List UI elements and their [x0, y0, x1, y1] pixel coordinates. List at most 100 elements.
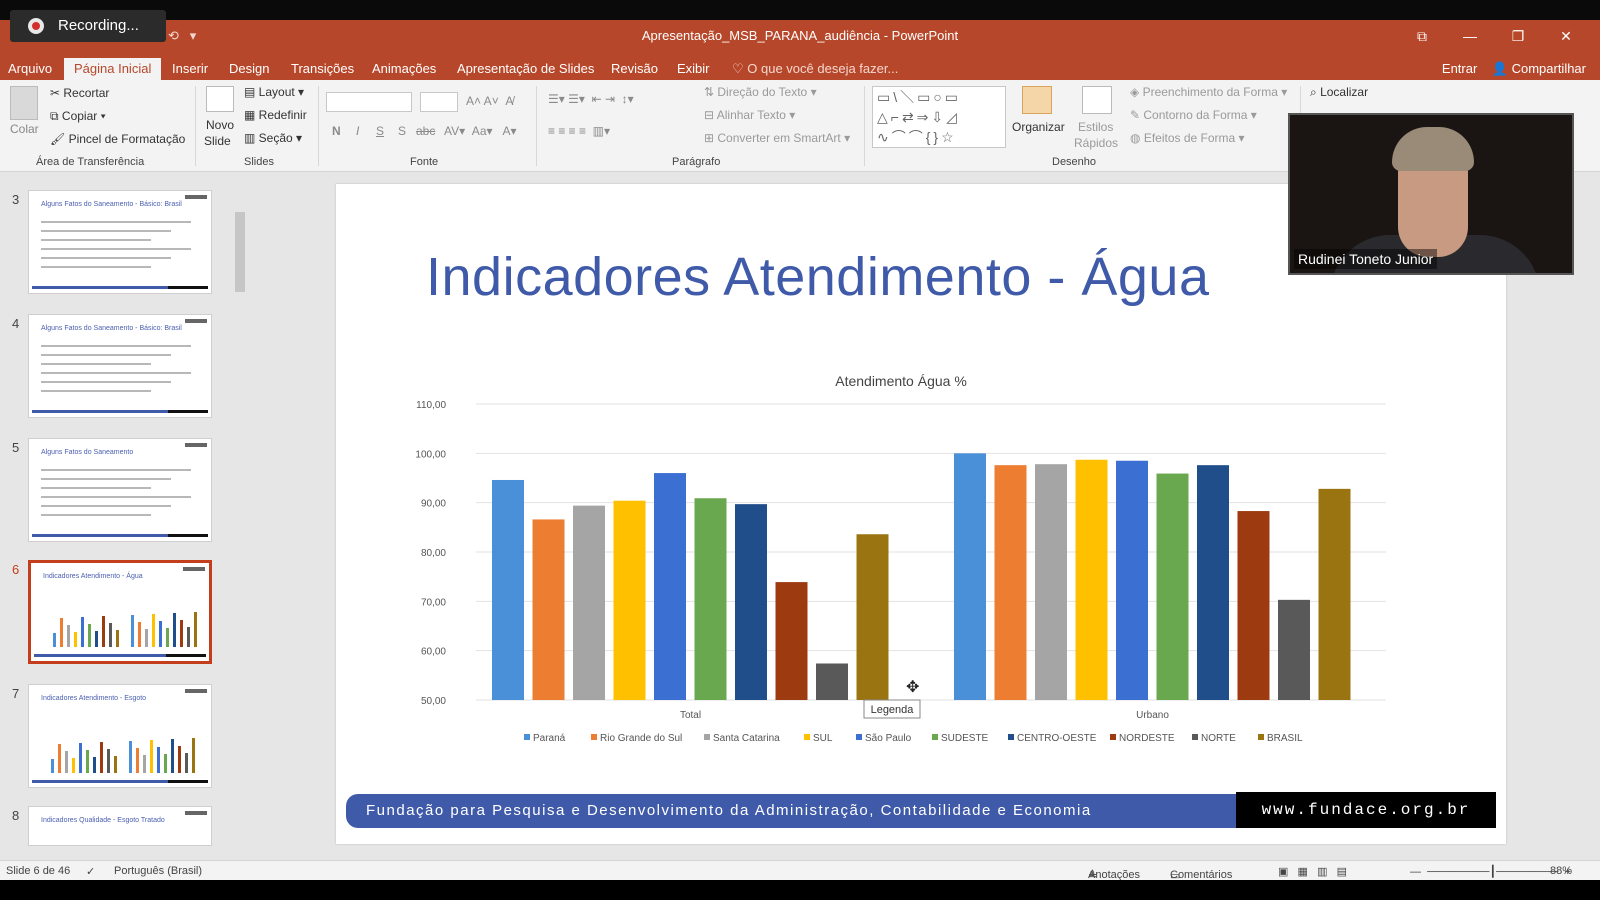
share-button[interactable]: Compartilhar — [1512, 61, 1586, 76]
tell-me-label: O que você deseja fazer... — [747, 61, 899, 76]
slide-scrollbar[interactable] — [1580, 172, 1598, 860]
font-misc-buttons[interactable]: AV▾ Aa▾ A▾ — [444, 124, 517, 138]
webcam-person-hair — [1392, 127, 1474, 171]
move-cursor-icon: ✥ — [906, 679, 919, 696]
slide-canvas[interactable]: Indicadores Atendimento - Água Atendimen… — [336, 184, 1506, 844]
close-icon[interactable]: ✕ — [1542, 24, 1590, 48]
thumbnail-bar — [72, 758, 75, 773]
legend-label: BRASIL — [1267, 733, 1303, 744]
tell-me-search[interactable]: ♡ O que você deseja fazer... — [732, 58, 898, 80]
webcam-overlay[interactable]: Rudinei Toneto Junior — [1288, 113, 1574, 275]
section-button[interactable]: ▥ Seção ▾ — [244, 131, 302, 145]
thumbnail-bar — [102, 616, 105, 647]
slide-title[interactable]: Indicadores Atendimento - Água — [426, 246, 1210, 308]
tab-apresentacao[interactable]: Apresentação de Slides — [457, 58, 594, 80]
thumbnail-text-line — [41, 221, 191, 223]
thumbnail-logo-icon — [185, 195, 207, 199]
smartart-button[interactable]: ⊞ Converter em SmartArt ▾ — [704, 131, 850, 145]
shape-fill-button[interactable]: ◈ Preenchimento da Forma ▾ — [1130, 85, 1287, 99]
cut-button[interactable]: ✂ Recortar — [50, 86, 109, 100]
tab-exibir[interactable]: Exibir — [677, 58, 710, 80]
paste-icon[interactable] — [10, 86, 38, 120]
tab-transicoes[interactable]: Transições — [291, 58, 354, 80]
thumbnail-bar — [86, 750, 89, 773]
new-slide-label-2[interactable]: Slide — [204, 134, 231, 148]
font-name-input[interactable] — [326, 92, 412, 112]
slide-thumbnail[interactable]: Alguns Fatos do Saneamento — [28, 438, 212, 542]
water-service-chart[interactable]: Atendimento Água % 50,00 60,00 70,00 80,00 90… — [336, 364, 1506, 784]
thumbnail-text-line — [41, 469, 191, 471]
new-slide-icon[interactable] — [206, 86, 234, 112]
chart-bar — [994, 465, 1027, 700]
zoom-level[interactable]: 88% — [1550, 865, 1572, 877]
thumbnail-logo-icon — [185, 811, 207, 815]
copy-label: Copiar — [61, 109, 98, 123]
shape-outline-button[interactable]: ✎ Contorno da Forma ▾ — [1130, 108, 1257, 122]
thumbnail-text-line — [41, 257, 171, 259]
tab-design[interactable]: Design — [229, 58, 269, 80]
text-direction-button[interactable]: ⇅ Direção do Texto ▾ — [704, 85, 817, 99]
align-buttons[interactable]: ≡ ≡ ≡ ≡ ▥▾ — [548, 124, 610, 138]
spellcheck-icon[interactable]: ✓ — [86, 865, 95, 878]
thumbnail-scroll-thumb[interactable] — [235, 212, 245, 292]
language-indicator[interactable]: Português (Brasil) — [114, 865, 202, 877]
italic-button[interactable]: I — [356, 124, 359, 138]
reset-button[interactable]: ▦ Redefinir — [244, 108, 307, 122]
shape-effects-button[interactable]: ◍ Efeitos de Forma ▾ — [1130, 131, 1245, 145]
slide-thumbnail[interactable]: Indicadores Atendimento - Esgoto — [28, 684, 212, 788]
thumbnail-bar — [143, 755, 146, 773]
thumbnail-title: Indicadores Atendimento - Esgoto — [41, 695, 147, 702]
chart-bar — [1197, 465, 1229, 700]
font-size-input[interactable] — [420, 92, 458, 112]
strike-button[interactable]: abc — [416, 124, 435, 138]
find-button[interactable]: ⌕ Localizar — [1310, 85, 1368, 100]
font-size-buttons[interactable]: A˄ A˅ A̸ — [466, 94, 513, 108]
arrange-icon[interactable] — [1022, 86, 1052, 114]
restore-icon[interactable]: ❐ — [1494, 24, 1542, 48]
arrange-button[interactable]: Organizar — [1012, 120, 1065, 134]
layout-button[interactable]: ▤ Layout ▾ — [244, 85, 304, 99]
view-buttons[interactable]: ▣ ▦ ▥ ▤ — [1278, 865, 1347, 878]
tab-animacoes[interactable]: Animações — [372, 58, 436, 80]
effects-icon: ◍ — [1130, 131, 1144, 145]
thumbnail-text-line — [41, 478, 171, 480]
tab-pagina-inicial[interactable]: Página Inicial — [64, 58, 162, 80]
quick-styles-icon[interactable] — [1082, 86, 1112, 114]
paste-button[interactable]: Colar — [10, 122, 39, 136]
thumbnail-text-line — [41, 487, 151, 489]
new-slide-label[interactable]: Novo — [206, 118, 234, 132]
copy-button[interactable]: ⧉ Copiar ▾ — [50, 109, 106, 124]
slide-thumbnail[interactable]: Indicadores Qualidade - Esgoto Tratado — [28, 806, 212, 846]
webcam-name-label: Rudinei Toneto Junior — [1294, 249, 1438, 269]
slide-thumbnail[interactable]: Alguns Fatos do Saneamento - Básico: Bra… — [28, 190, 212, 294]
format-painter-button[interactable]: 🖌 Pincel de Formatação — [50, 132, 185, 146]
thumbnail-bar — [171, 739, 174, 773]
signin-link[interactable]: Entrar — [1442, 61, 1477, 76]
align-text-button[interactable]: ⊟ Alinhar Texto ▾ — [704, 108, 795, 122]
slide-thumbnail[interactable]: Alguns Fatos do Saneamento - Básico: Bra… — [28, 314, 212, 418]
chart-bar — [1116, 460, 1148, 700]
shadow-button[interactable]: S — [398, 124, 406, 138]
tab-revisao[interactable]: Revisão — [611, 58, 658, 80]
underline-button[interactable]: S — [376, 124, 384, 138]
thumbnail-scrollbar[interactable] — [234, 172, 246, 860]
quick-styles-button-2[interactable]: Rápidos — [1074, 136, 1118, 150]
thumbnail-bar — [51, 759, 54, 773]
tab-arquivo[interactable]: Arquivo — [8, 58, 52, 80]
slide-thumbnail[interactable]: Indicadores Atendimento - Água — [28, 560, 212, 664]
footer-text: Fundação para Pesquisa e Desenvolvimento… — [366, 802, 1092, 819]
thumbnail-logo-icon — [185, 443, 207, 447]
slide-number: 8 — [12, 808, 20, 823]
minimize-icon[interactable]: — — [1446, 24, 1494, 48]
shapes-gallery[interactable]: ▭\＼▭○▭ △⌐⇄⇒⇩◿ ∿⌒⌒{}☆ — [872, 86, 1006, 148]
bold-button[interactable]: N — [332, 124, 341, 138]
ribbon-display-icon[interactable]: ⧉ — [1398, 24, 1446, 48]
list-buttons[interactable]: ☰▾ ☰▾ ⇤ ⇥ ↕▾ — [548, 92, 634, 106]
font-group-label: Fonte — [410, 156, 439, 168]
quick-styles-button[interactable]: Estilos — [1078, 120, 1113, 134]
thumbnail-bar — [136, 748, 139, 773]
tab-inserir[interactable]: Inserir — [172, 58, 208, 80]
thumbnail-bar — [65, 751, 68, 773]
thumbnail-bar — [131, 615, 134, 647]
zoom-slider[interactable]: — ────────┃──────── + — [1410, 865, 1571, 878]
